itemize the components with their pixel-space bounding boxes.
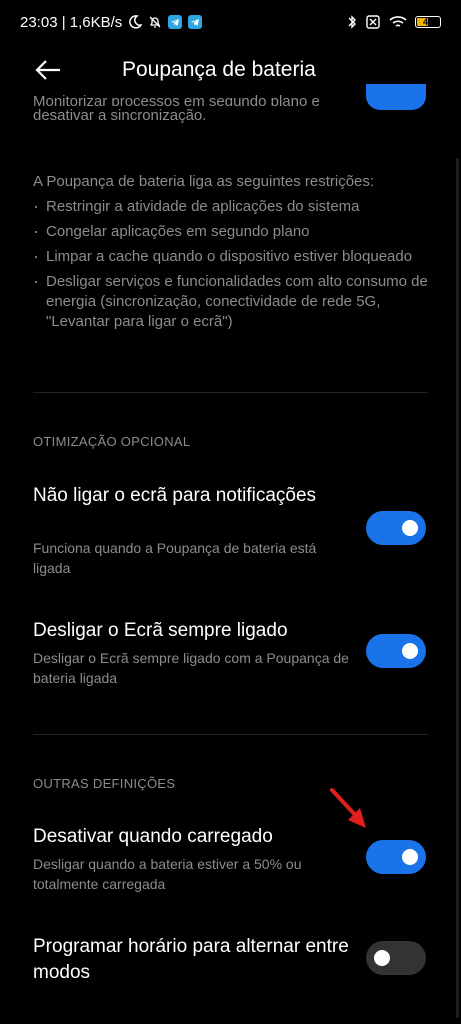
toggle-knob: [402, 520, 418, 536]
schedule-modes-title[interactable]: Programar horário para alternar entre mo…: [33, 934, 353, 986]
no-sim-icon: [366, 15, 380, 29]
status-left: 23:03 | 1,6KB/s: [20, 13, 203, 31]
aod-desc: Desligar o Ecrã sempre ligado com a Poup…: [33, 650, 349, 686]
restriction-item: Limpar a cache quando o dispositivo esti…: [33, 246, 428, 267]
clock-and-speed: 23:03 | 1,6KB/s: [20, 13, 123, 31]
battery-icon: 49: [415, 16, 441, 28]
divider: [33, 392, 428, 393]
wifi-icon: [389, 16, 407, 27]
section-header-optional: OTIMIZAÇÃO OPCIONAL: [33, 434, 191, 449]
battery-level: 49: [422, 17, 433, 27]
previous-setting-description-line: desativar a sincronização.: [33, 107, 207, 124]
no-screen-notifications-title[interactable]: Não ligar o ecrã para notificações: [33, 483, 353, 509]
disable-when-charged-title[interactable]: Desativar quando carregado: [33, 824, 353, 850]
scrollbar[interactable]: [456, 158, 459, 1018]
previous-setting-description: Monitorizar processos em segundo plano e…: [33, 92, 373, 126]
restrictions-intro: A Poupança de bateria liga as seguintes …: [33, 173, 375, 190]
status-right: 49: [347, 14, 441, 30]
toggle-knob: [402, 643, 418, 659]
page-title: Poupança de bateria: [122, 58, 316, 81]
bluetooth-icon: [348, 15, 356, 29]
restriction-item: Congelar aplicações em segundo plano: [33, 221, 428, 242]
restrictions-info: A Poupança de bateria liga as seguintes …: [33, 172, 428, 337]
section-header-other: OUTRAS DEFINIÇÕES: [33, 776, 176, 791]
previous-setting-description-line: Monitorizar processos em segundo plano e: [33, 93, 320, 106]
aod-toggle[interactable]: [366, 634, 426, 668]
schedule-modes-toggle[interactable]: [366, 941, 426, 975]
divider: [33, 734, 428, 735]
moon-icon: [129, 15, 143, 29]
disable-when-charged-desc: Desligar quando a bateria estiver a 50% …: [33, 856, 302, 892]
no-screen-notifications-toggle[interactable]: [366, 511, 426, 545]
back-arrow-icon[interactable]: [34, 58, 62, 82]
restrictions-list: Restringir a atividade de aplicações do …: [33, 196, 428, 332]
aod-title[interactable]: Desligar o Ecrã sempre ligado: [33, 618, 353, 644]
restriction-item: Desligar serviços e funcionalidades com …: [33, 271, 428, 332]
disable-when-charged-toggle[interactable]: [366, 840, 426, 874]
restriction-item: Restringir a atividade de aplicações do …: [33, 196, 428, 217]
telegram-icon: [168, 15, 183, 29]
annotation-arrow-icon: [330, 788, 366, 828]
toggle-knob: [402, 849, 418, 865]
bell-off-icon: [149, 16, 161, 28]
telegram-icon: [188, 15, 203, 29]
toggle-knob: [374, 950, 390, 966]
previous-setting-toggle[interactable]: [366, 84, 426, 110]
no-screen-notifications-desc: Funciona quando a Poupança de bateria es…: [33, 540, 317, 576]
status-bar: 23:03 | 1,6KB/s 49: [0, 0, 461, 44]
